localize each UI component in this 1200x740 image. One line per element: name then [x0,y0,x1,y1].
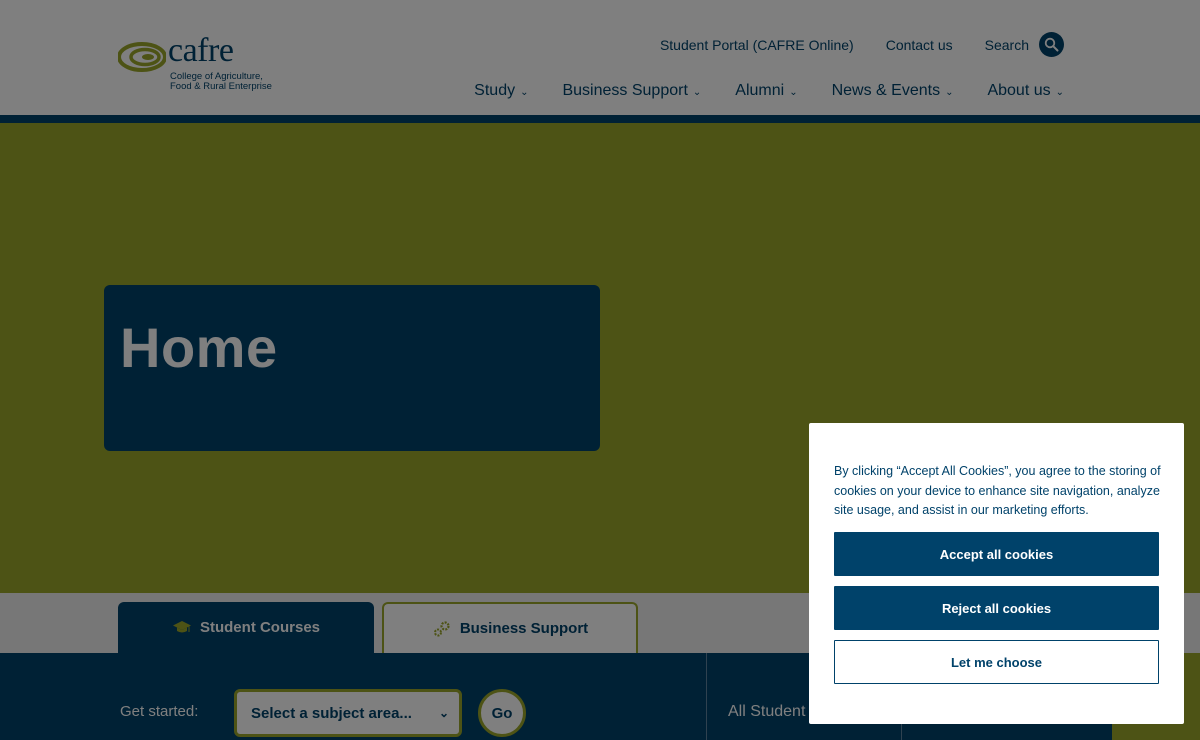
cookie-consent-text: By clicking “Accept All Cookies”, you ag… [834,464,1161,517]
reject-all-cookies-button[interactable]: Reject all cookies [834,586,1159,630]
accept-all-cookies-button[interactable]: Accept all cookies [834,532,1159,576]
let-me-choose-button[interactable]: Let me choose [834,640,1159,684]
cookie-consent-dialog: By clicking “Accept All Cookies”, you ag… [809,423,1184,724]
